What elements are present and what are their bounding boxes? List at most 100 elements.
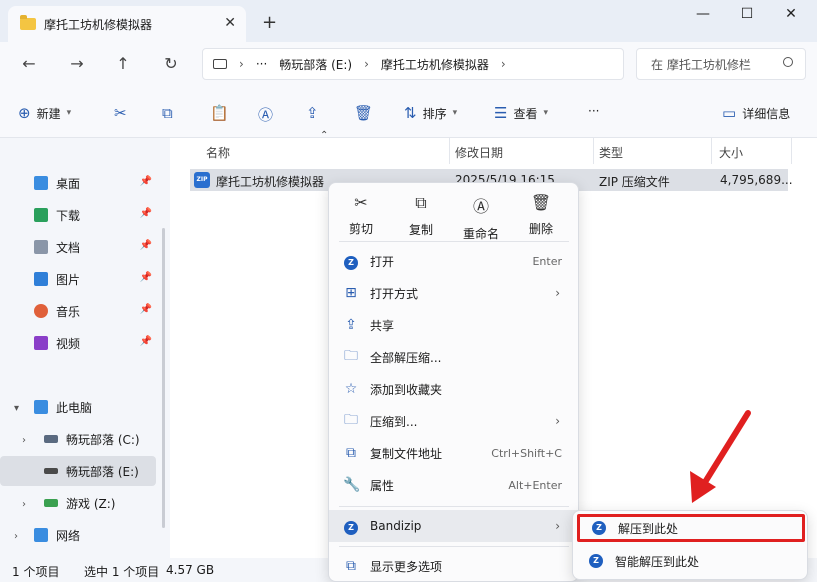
breadcrumb-more[interactable]: ··· [256, 57, 267, 71]
refresh-button[interactable]: ↻ [160, 54, 182, 73]
column-divider[interactable] [791, 138, 792, 164]
sidebar-item-drive-e[interactable]: 畅玩部落 (E:) [0, 456, 156, 486]
cut-button[interactable]: ✂ [114, 104, 127, 122]
wrench-icon: 🔧 [343, 477, 361, 493]
sidebar-item-drive-z[interactable]: 游戏 (Z:) [0, 488, 156, 518]
menu-item-extract-all[interactable]: 🗀 全部解压缩... [329, 341, 578, 373]
chevron-right-icon: › [239, 57, 244, 71]
more-button[interactable]: ··· [588, 104, 599, 118]
sidebar-item-label: 文档 [56, 240, 81, 255]
sort-button[interactable]: ⇅ 排序 ▾ [404, 104, 457, 122]
share-button[interactable]: ⇪ [306, 104, 319, 122]
submenu-item-extract-here[interactable]: Z 解压到此处 [577, 514, 805, 542]
sort-up-icon: ⌃ [320, 130, 329, 141]
details-button[interactable]: ▭ 详细信息 [722, 104, 790, 122]
search-input[interactable]: 在 摩托工坊机修栏 [636, 48, 806, 80]
minimize-button[interactable]: — [680, 6, 726, 22]
sidebar-item-videos[interactable]: 视频 📌 [0, 328, 156, 358]
pin-icon: 📌 [139, 208, 152, 219]
paste-button[interactable]: 📋 [210, 104, 229, 122]
column-divider[interactable] [593, 138, 594, 164]
delete-action[interactable]: 🗑 删除 [515, 193, 567, 237]
pin-icon: 📌 [139, 240, 152, 251]
share-icon: ⇪ [345, 317, 357, 333]
sidebar-item-network[interactable]: 网络 [0, 520, 156, 550]
sidebar-item-pictures[interactable]: 图片 📌 [0, 264, 156, 294]
folder-icon [20, 15, 36, 30]
sidebar-item-music[interactable]: 音乐 📌 [0, 296, 156, 326]
sidebar-item-desktop[interactable]: 桌面 📌 [0, 168, 156, 198]
item-count: 1 个项目 [12, 565, 60, 579]
sidebar-item-label: 畅玩部落 (C:) [66, 432, 140, 447]
chevron-down-icon: ▾ [452, 108, 458, 118]
column-header-type[interactable]: 类型 [599, 144, 623, 161]
shortcut-hint: Alt+Enter [508, 478, 562, 492]
menu-item-add-favorites[interactable]: ☆ 添加到收藏夹 [329, 373, 578, 405]
sidebar-item-downloads[interactable]: 下载 📌 [0, 200, 156, 230]
show-more-icon: ⧉ [346, 558, 356, 574]
navigation-bar: ← → ↑ ↻ › ··· 畅玩部落 (E:) › 摩托工坊机修模拟器 › 在 … [0, 42, 817, 86]
sidebar-item-documents[interactable]: 文档 📌 [0, 232, 156, 262]
menu-item-properties[interactable]: 🔧 属性 Alt+Enter [329, 469, 578, 501]
column-divider[interactable] [711, 138, 712, 164]
address-bar[interactable]: › ··· 畅玩部落 (E:) › 摩托工坊机修模拟器 › [202, 48, 624, 80]
back-button[interactable]: ← [18, 54, 40, 73]
breadcrumb-folder[interactable]: 摩托工坊机修模拟器 [381, 56, 489, 73]
menu-item-copy-path[interactable]: ⧉ 复制文件地址 Ctrl+Shift+C [329, 437, 578, 469]
new-tab-button[interactable]: + [262, 12, 277, 33]
menu-item-open[interactable]: Z 打开 Enter [329, 245, 578, 277]
menu-divider [339, 506, 569, 507]
menu-item-share[interactable]: ⇪ 共享 [329, 309, 578, 341]
document-icon [34, 240, 48, 254]
paste-icon: 📋 [210, 104, 229, 122]
maximize-button[interactable]: ☐ [724, 6, 770, 22]
column-divider[interactable] [449, 138, 450, 164]
archive-icon: 🗀 [344, 412, 358, 428]
view-button[interactable]: ☰ 查看 ▾ [494, 104, 548, 122]
menu-item-open-with[interactable]: ⊞ 打开方式 › [329, 277, 578, 309]
new-label: 新建 [36, 106, 61, 121]
sidebar-item-drive-c[interactable]: 畅玩部落 (C:) [0, 424, 156, 454]
view-label: 查看 [513, 106, 538, 121]
scissors-icon: ✂ [114, 104, 127, 122]
column-header-date[interactable]: 修改日期 [455, 144, 503, 161]
open-with-icon: ⊞ [345, 285, 357, 301]
column-header-size[interactable]: 大小 [719, 144, 743, 161]
rename-button[interactable]: Ⓐ [258, 104, 273, 125]
plus-circle-icon: ⊕ [18, 104, 31, 122]
menu-item-compress-to[interactable]: 🗀 压缩到... › [329, 405, 578, 437]
sidebar-scrollbar[interactable] [162, 228, 165, 528]
delete-button[interactable]: 🗑 [354, 104, 373, 122]
cut-action[interactable]: ✂ 剪切 [335, 193, 387, 237]
menu-item-bandizip[interactable]: Z Bandizip › [329, 510, 578, 542]
file-size: 4,795,689... [720, 173, 793, 187]
more-label: ··· [588, 104, 600, 118]
column-header-name[interactable]: 名称 [206, 144, 230, 161]
breadcrumb-drive[interactable]: 畅玩部落 (E:) [279, 56, 352, 73]
new-button[interactable]: ⊕ 新建 ▾ [18, 104, 71, 122]
search-icon [783, 57, 793, 67]
copy-button[interactable]: ⧉ [162, 104, 173, 122]
rename-action[interactable]: Ⓐ 重命名 [455, 193, 507, 242]
up-button[interactable]: ↑ [112, 54, 134, 73]
submenu-item-label: 解压到此处 [618, 521, 679, 536]
file-type: ZIP 压缩文件 [599, 175, 670, 189]
chevron-right-icon: › [364, 57, 369, 71]
submenu-item-smart-extract[interactable]: Z 智能解压到此处 [577, 547, 805, 575]
copy-action[interactable]: ⧉ 复制 [395, 193, 447, 238]
sidebar-item-this-pc[interactable]: 此电脑 [0, 392, 156, 422]
bandizip-submenu: Z 解压到此处 Z 智能解压到此处 [572, 510, 808, 580]
menu-divider [339, 546, 569, 547]
pictures-icon [34, 272, 48, 286]
menu-item-show-more[interactable]: ⧉ 显示更多选项 [329, 550, 578, 582]
scissors-icon: ✂ [354, 193, 368, 212]
menu-item-label: 共享 [370, 318, 395, 333]
forward-button[interactable]: → [66, 54, 88, 73]
close-window-button[interactable]: ✕ [768, 6, 814, 22]
sidebar-item-label: 音乐 [56, 304, 81, 319]
sort-label: 排序 [422, 106, 447, 121]
tab-active[interactable]: 摩托工坊机修模拟器 ✕ [8, 6, 246, 42]
close-tab-icon[interactable]: ✕ [224, 15, 236, 31]
selected-size: 4.57 GB [166, 563, 215, 577]
copy-icon: ⧉ [415, 193, 427, 212]
